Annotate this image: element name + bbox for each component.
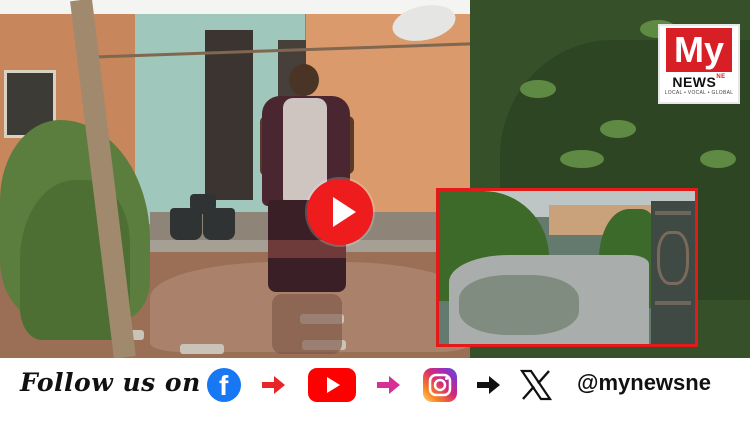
- youtube-icon[interactable]: [308, 368, 356, 402]
- follow-us-text: Follow us on: [20, 368, 201, 397]
- inset-image: [436, 188, 698, 347]
- stepping-stone: [180, 344, 224, 354]
- woman-reflection: [272, 294, 342, 354]
- instagram-icon[interactable]: [423, 368, 457, 402]
- leaf: [560, 150, 604, 168]
- house-door: [205, 30, 253, 200]
- arrow-right-icon: [377, 376, 400, 394]
- play-button-icon[interactable]: [307, 179, 373, 245]
- youtube-play-glyph: [327, 377, 340, 393]
- channel-logo: My NEWSNE LOCAL • VOCAL • GLOBAL: [658, 24, 740, 104]
- gate-bar: [655, 211, 691, 215]
- facebook-f-glyph: f: [219, 370, 229, 401]
- logo-news-word: NEWS: [672, 74, 717, 90]
- logo-red-block: My: [666, 28, 732, 72]
- leaf: [520, 80, 556, 98]
- facebook-icon[interactable]: f: [207, 368, 241, 402]
- logo-tagline: LOCAL • VOCAL • GLOBAL: [664, 90, 734, 96]
- bucket: [190, 194, 216, 214]
- social-handle: @mynewsne: [577, 370, 711, 395]
- arrow-right-icon: [477, 376, 500, 394]
- leaf: [600, 120, 636, 138]
- inset-reflection: [459, 275, 579, 335]
- video-thumbnail[interactable]: My NEWSNE LOCAL • VOCAL • GLOBAL: [0, 0, 750, 358]
- woman-head: [289, 64, 319, 96]
- logo-badge: NE: [716, 74, 726, 80]
- x-icon[interactable]: [519, 368, 553, 402]
- leaf: [700, 150, 736, 168]
- follow-bar: Follow us on f @mynewsne: [0, 358, 750, 430]
- instagram-camera-glyph: [428, 373, 452, 397]
- logo-text-my: My: [673, 29, 724, 70]
- gate-bar: [655, 301, 691, 305]
- arrow-right-icon: [262, 376, 285, 394]
- play-triangle-icon: [333, 197, 356, 227]
- gate-ornament: [657, 231, 689, 285]
- logo-text-news: NEWSNE: [666, 74, 732, 90]
